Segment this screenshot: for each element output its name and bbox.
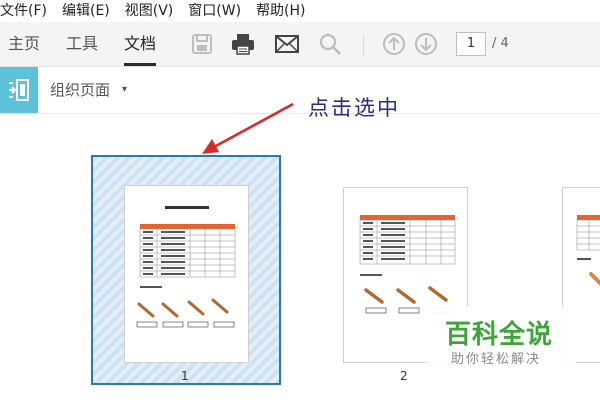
menu-bar: 文件(F) 编辑(E) 视图(V) 窗口(W) 帮助(H) xyxy=(0,0,600,22)
menu-edit[interactable]: 编辑(E) xyxy=(62,0,117,22)
panel-toggle-icon xyxy=(9,79,29,101)
print-icon[interactable] xyxy=(230,31,256,57)
organize-pages-bar: 组织页面 ▾ xyxy=(0,67,600,114)
current-page-input[interactable]: 1 xyxy=(456,32,486,56)
page-up-icon[interactable] xyxy=(381,31,407,57)
search-icon[interactable] xyxy=(317,31,343,57)
organize-pages-dropdown[interactable]: 组织页面 xyxy=(50,67,110,113)
chevron-down-icon[interactable]: ▾ xyxy=(122,67,127,113)
menu-file[interactable]: 文件(F) xyxy=(0,0,54,22)
page-down-icon[interactable] xyxy=(413,31,439,57)
menu-window[interactable]: 窗口(W) xyxy=(188,0,248,22)
page-total: / 4 xyxy=(492,36,509,51)
tab-document[interactable]: 文档 xyxy=(124,22,157,66)
tab-tools[interactable]: 工具 xyxy=(66,22,98,66)
toolbar-separator xyxy=(363,34,364,56)
page-number-2: 2 xyxy=(400,369,408,383)
panel-toggle-button[interactable] xyxy=(0,67,38,113)
menu-help[interactable]: 帮助(H) xyxy=(256,0,312,22)
menu-view[interactable]: 视图(V) xyxy=(125,0,181,22)
tab-home[interactable]: 主页 xyxy=(8,22,40,66)
toolbar: 主页 工具 文档 1 / 4 xyxy=(0,22,600,67)
watermark-subtitle: 助你轻松解决 xyxy=(451,352,542,367)
watermark-title: 百科全说 xyxy=(445,320,554,350)
page-number-1: 1 xyxy=(181,369,189,383)
save-icon[interactable] xyxy=(189,31,215,57)
page-thumbnail-1[interactable] xyxy=(124,185,249,363)
email-icon[interactable] xyxy=(274,31,300,57)
annotation-text: 点击选中 xyxy=(308,96,400,120)
page-preview xyxy=(136,206,236,328)
